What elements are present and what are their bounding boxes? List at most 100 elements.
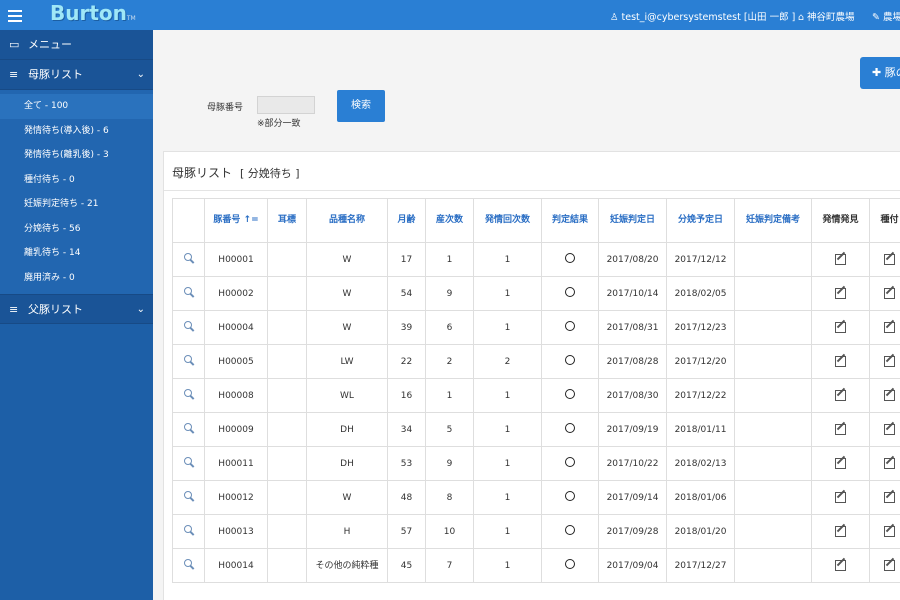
row-view-cell[interactable] bbox=[172, 514, 205, 549]
search-icon[interactable] bbox=[183, 320, 194, 331]
col-header-age-months[interactable]: 月齢 bbox=[387, 198, 426, 243]
search-icon[interactable] bbox=[183, 252, 194, 263]
sidebar-item-pregnancy-check[interactable]: 妊娠判定待ち - 21 bbox=[0, 192, 153, 217]
cell-ear-tag bbox=[267, 242, 307, 277]
row-view-cell[interactable] bbox=[172, 446, 205, 481]
cell-estrus-found[interactable] bbox=[811, 310, 870, 345]
edit-icon[interactable] bbox=[834, 490, 847, 503]
col-header-judgment[interactable]: 判定結果 bbox=[541, 198, 599, 243]
row-view-cell[interactable] bbox=[172, 548, 205, 583]
edit-icon[interactable] bbox=[834, 558, 847, 571]
cell-estrus-found[interactable] bbox=[811, 276, 870, 311]
sidebar-item-breeding[interactable]: 種付待ち - 0 bbox=[0, 168, 153, 193]
hamburger-menu-icon[interactable] bbox=[8, 7, 22, 23]
sidebar-item-culled[interactable]: 廃用済み - 0 bbox=[0, 266, 153, 291]
edit-icon[interactable] bbox=[883, 524, 896, 537]
cell-breeding[interactable] bbox=[869, 378, 900, 413]
row-view-cell[interactable] bbox=[172, 344, 205, 379]
sow-list-panel: 母豚リスト [ 分娩待ち ] 豚番号 ↑= 耳標 品種名称 月齢 産次数 発情回次… bbox=[163, 151, 900, 600]
farm-selector[interactable]: ⌂ 神谷町農場 bbox=[798, 9, 855, 23]
search-icon[interactable] bbox=[183, 524, 194, 535]
edit-icon[interactable] bbox=[834, 286, 847, 299]
cell-breeding[interactable] bbox=[869, 344, 900, 379]
sidebar-boar-list-header[interactable]: ≡ 父豚リスト ⌄ bbox=[0, 294, 153, 324]
edit-icon[interactable] bbox=[883, 286, 896, 299]
cell-estrus-found[interactable] bbox=[811, 548, 870, 583]
cell-estrus-found[interactable] bbox=[811, 378, 870, 413]
row-view-cell[interactable] bbox=[172, 412, 205, 447]
cell-breeding[interactable] bbox=[869, 514, 900, 549]
cell-pig-number: H00012 bbox=[204, 480, 268, 515]
row-view-cell[interactable] bbox=[172, 378, 205, 413]
edit-icon[interactable] bbox=[883, 252, 896, 265]
search-icon[interactable] bbox=[183, 558, 194, 569]
edit-icon[interactable] bbox=[883, 558, 896, 571]
edit-icon[interactable] bbox=[883, 320, 896, 333]
edit-icon[interactable] bbox=[883, 490, 896, 503]
search-button[interactable]: 検索 bbox=[337, 90, 385, 122]
col-header-parity[interactable]: 産次数 bbox=[425, 198, 474, 243]
row-view-cell[interactable] bbox=[172, 242, 205, 277]
search-icon[interactable] bbox=[183, 286, 194, 297]
search-icon[interactable] bbox=[183, 354, 194, 365]
add-pig-button[interactable]: ✚ 豚の bbox=[860, 57, 900, 89]
search-icon[interactable] bbox=[183, 456, 194, 467]
sidebar-sow-list-header[interactable]: ≡ 母豚リスト ⌄ bbox=[0, 60, 153, 90]
search-icon[interactable] bbox=[183, 388, 194, 399]
cell-parity: 1 bbox=[425, 378, 474, 413]
table-row: H00008 WL 16 1 1 2017/08/30 2017/12/22 bbox=[172, 378, 900, 413]
col-header-pregnancy-notes[interactable]: 妊娠判定備考 bbox=[734, 198, 812, 243]
cell-pig-number: H00004 bbox=[204, 310, 268, 345]
cell-breeding[interactable] bbox=[869, 446, 900, 481]
edit-icon[interactable] bbox=[834, 252, 847, 265]
edit-icon[interactable] bbox=[834, 320, 847, 333]
col-header-ear-tag[interactable]: 耳標 bbox=[267, 198, 307, 243]
farm-edit-link[interactable]: ✎ 農場 bbox=[872, 9, 900, 23]
search-icon[interactable] bbox=[183, 422, 194, 433]
cell-farrowing-date: 2018/02/05 bbox=[666, 276, 735, 311]
sidebar-item-all[interactable]: 全て - 100 bbox=[0, 94, 153, 119]
col-header-pig-number[interactable]: 豚番号 ↑= bbox=[204, 198, 268, 243]
sidebar-item-estrus-after-intro[interactable]: 発情待ち(導入後) - 6 bbox=[0, 119, 153, 144]
col-header-farrowing-date[interactable]: 分娩予定日 bbox=[666, 198, 735, 243]
cell-breeding[interactable] bbox=[869, 548, 900, 583]
edit-icon[interactable] bbox=[883, 456, 896, 469]
sidebar-menu-header[interactable]: ▭ メニュー bbox=[0, 30, 153, 60]
sidebar-item-farrowing[interactable]: 分娩待ち - 56 bbox=[0, 217, 153, 242]
row-view-cell[interactable] bbox=[172, 310, 205, 345]
cell-estrus-found[interactable] bbox=[811, 412, 870, 447]
row-view-cell[interactable] bbox=[172, 276, 205, 311]
cell-parity: 1 bbox=[425, 242, 474, 277]
edit-icon[interactable] bbox=[834, 456, 847, 469]
sidebar-item-weaning[interactable]: 離乳待ち - 14 bbox=[0, 241, 153, 266]
cell-estrus-found[interactable] bbox=[811, 344, 870, 379]
cell-estrus-found[interactable] bbox=[811, 480, 870, 515]
user-account[interactable]: ♙ test_i@cybersystemstest [山田 一郎 ] bbox=[610, 9, 795, 23]
sow-number-input[interactable] bbox=[257, 96, 315, 114]
chevron-down-icon: ⌄ bbox=[136, 304, 145, 315]
list-icon: ≡ bbox=[9, 68, 19, 81]
col-header-estrus-count[interactable]: 発情回次数 bbox=[473, 198, 542, 243]
col-header-pregnancy-date[interactable]: 妊娠判定日 bbox=[598, 198, 667, 243]
cell-estrus-found[interactable] bbox=[811, 242, 870, 277]
cell-breeding[interactable] bbox=[869, 310, 900, 345]
edit-icon[interactable] bbox=[834, 354, 847, 367]
row-view-cell[interactable] bbox=[172, 480, 205, 515]
cell-estrus-found[interactable] bbox=[811, 514, 870, 549]
search-icon[interactable] bbox=[183, 490, 194, 501]
edit-icon[interactable] bbox=[883, 354, 896, 367]
edit-icon[interactable] bbox=[883, 422, 896, 435]
edit-icon[interactable] bbox=[834, 422, 847, 435]
edit-icon[interactable] bbox=[834, 524, 847, 537]
cell-estrus-found[interactable] bbox=[811, 446, 870, 481]
cell-breeding[interactable] bbox=[869, 242, 900, 277]
edit-icon[interactable] bbox=[883, 388, 896, 401]
col-header-breed[interactable]: 品種名称 bbox=[306, 198, 388, 243]
cell-breeding[interactable] bbox=[869, 276, 900, 311]
edit-icon[interactable] bbox=[834, 388, 847, 401]
cell-breeding[interactable] bbox=[869, 480, 900, 515]
cell-breeding[interactable] bbox=[869, 412, 900, 447]
sidebar-item-estrus-after-weaning[interactable]: 発情待ち(離乳後) - 3 bbox=[0, 143, 153, 168]
cell-age-months: 22 bbox=[387, 344, 426, 379]
app-logo[interactable]: BurtonTM bbox=[50, 1, 136, 25]
